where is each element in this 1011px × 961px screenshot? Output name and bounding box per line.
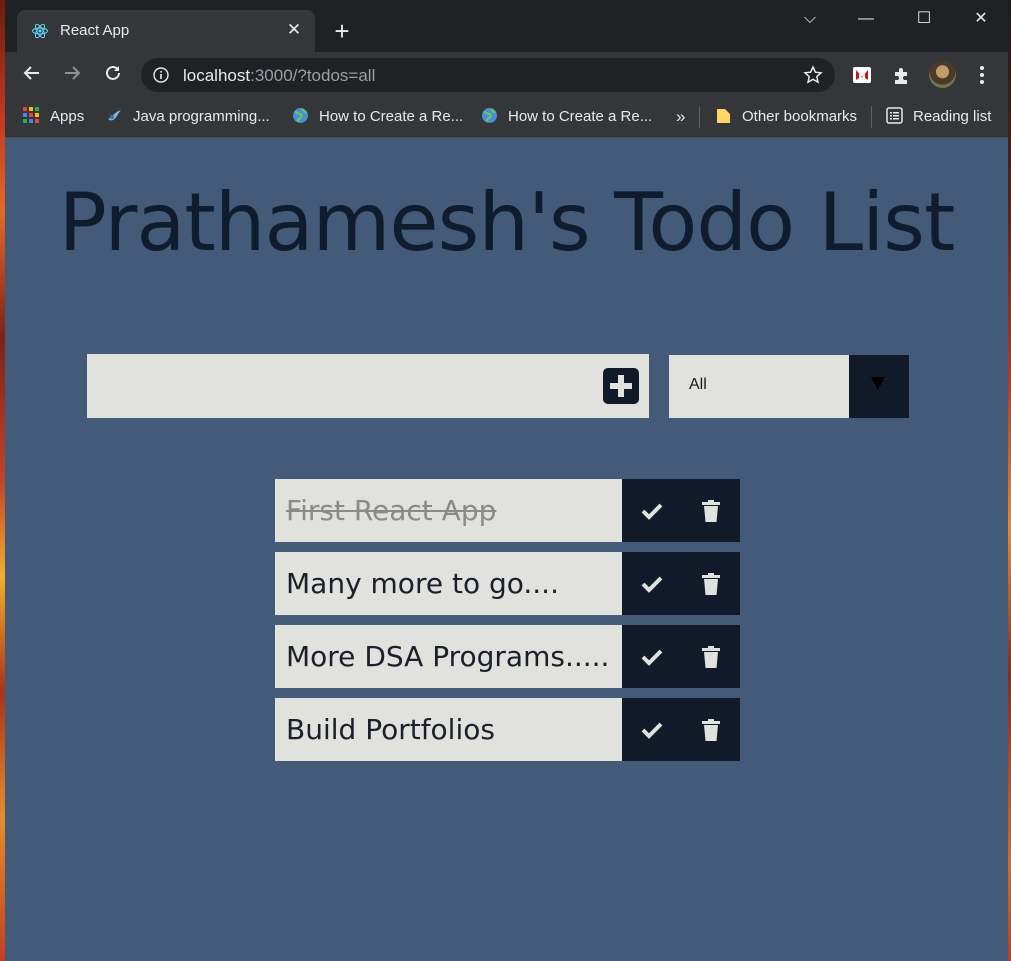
filter-dropdown-toggle[interactable] [849,355,909,418]
trash-icon [702,718,720,741]
todo-item: Many more to go.... [275,552,740,615]
todo-text: More DSA Programs..... [275,625,622,688]
java-site-icon [108,110,121,121]
browser-window: React App ✕ + ⌵ — ☐ ✕ localhost:3000/?to… [5,0,1008,961]
todo-item: First React App [275,479,740,542]
profile-avatar[interactable] [929,61,956,88]
todo-list: First React App Many more to go.... More [275,479,740,771]
trash-icon [702,499,720,522]
delete-button[interactable] [682,625,740,688]
complete-button[interactable] [622,625,682,688]
back-arrow-icon [23,66,39,80]
add-todo-button[interactable] [603,368,639,404]
bookmark-how-to-create-2[interactable]: How to Create a Re... [481,106,652,128]
extensions-puzzle-icon[interactable] [891,64,913,86]
apps-grid-icon [23,107,39,123]
reading-list-icon [886,107,903,124]
todo-item: Build Portfolios [275,698,740,761]
delete-button[interactable] [682,698,740,761]
delete-button[interactable] [682,479,740,542]
todo-form [87,354,649,418]
tab-title: React App [60,22,130,39]
tab-search-chevron-icon[interactable]: ⌵ [785,6,835,32]
bookmarks-bar: Apps Java programming... How to Create a… [5,98,1008,138]
complete-button[interactable] [622,479,682,542]
check-icon [641,649,663,666]
bookmark-label: How to Create a Re... [319,108,464,125]
reload-icon [106,65,120,80]
trash-icon [702,645,720,668]
tab-strip: React App ✕ + ⌵ — ☐ ✕ [5,0,1008,52]
bookmark-label: Java programming... [133,108,270,125]
delete-button[interactable] [682,552,740,615]
bookmark-label: How to Create a Re... [508,108,653,125]
reading-list-button[interactable]: Reading list [886,106,991,128]
tab-react-app[interactable]: React App ✕ [17,10,315,52]
bookmarks-overflow-button[interactable]: » [676,106,685,128]
site-info-icon[interactable] [153,67,169,83]
other-bookmarks-label: Other bookmarks [742,108,858,125]
trash-icon [702,572,720,595]
bookmarks-separator [699,106,700,128]
bookmark-java-programming[interactable]: Java programming... [106,106,270,128]
caret-down-icon [871,377,885,390]
bookmark-how-to-create-1[interactable]: How to Create a Re... [292,106,463,128]
todo-text: First React App [275,479,622,542]
todo-text: Build Portfolios [275,698,622,761]
other-bookmarks-folder[interactable]: Other bookmarks [715,106,857,128]
todo-item: More DSA Programs..... [275,625,740,688]
complete-button[interactable] [622,552,682,615]
bookmark-star-icon[interactable] [803,65,823,85]
tab-close-icon[interactable]: ✕ [283,19,305,41]
complete-button[interactable] [622,698,682,761]
globe-icon [293,108,308,123]
new-tab-button[interactable]: + [329,18,355,44]
folder-icon [717,109,730,123]
maximize-button[interactable]: ☐ [899,6,949,32]
bookmark-label: Apps [50,108,85,125]
mcafee-extension-icon[interactable] [851,64,873,86]
more-menu-icon[interactable] [971,64,993,86]
bookmark-apps[interactable]: Apps [23,106,84,128]
page-content: Prathamesh's Todo List All First React A… [5,138,1008,961]
close-window-button[interactable]: ✕ [956,6,1006,32]
back-button[interactable] [20,63,44,87]
minimize-button[interactable]: — [841,6,891,32]
check-icon [641,503,663,520]
filter-select[interactable]: All [669,355,909,418]
url-host: localhost [183,66,251,85]
forward-button[interactable] [60,63,84,87]
todo-input[interactable] [87,354,587,418]
forward-arrow-icon [65,66,81,80]
reading-list-label: Reading list [913,108,992,125]
url-path: :3000/?todos=all [250,66,376,85]
address-bar[interactable]: localhost:3000/?todos=all [141,58,835,92]
check-icon [641,576,663,593]
filter-selected-value: All [689,376,707,393]
globe-icon [482,108,497,123]
browser-toolbar: localhost:3000/?todos=all [5,52,1008,98]
check-icon [641,722,663,739]
todo-text: Many more to go.... [275,552,622,615]
reload-button[interactable] [101,63,125,87]
bookmarks-separator [871,106,872,128]
url-text: localhost:3000/?todos=all [183,66,375,86]
react-logo-icon [32,23,48,39]
page-title: Prathamesh's Todo List [58,176,956,269]
